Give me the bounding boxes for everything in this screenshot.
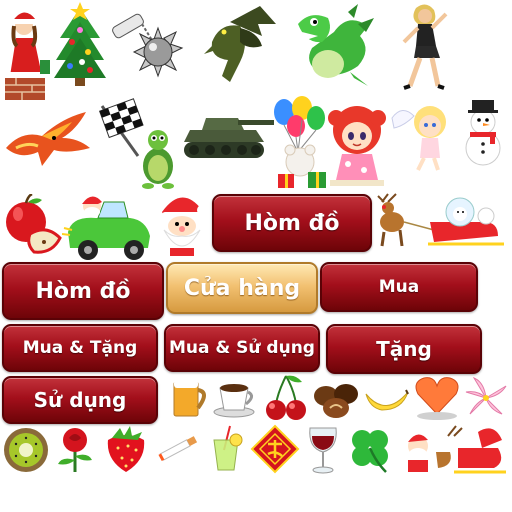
hom-do-button[interactable]: Hòm đồ xyxy=(2,262,164,320)
balloons-teddy-icon[interactable] xyxy=(270,96,328,190)
chocolates-icon[interactable] xyxy=(312,380,362,420)
dragon-green-dark-icon[interactable] xyxy=(200,2,280,90)
dancing-girl-icon[interactable] xyxy=(396,2,452,90)
su-dung-button[interactable]: Sử dụng xyxy=(2,376,158,424)
angel-girl-icon[interactable] xyxy=(388,98,458,172)
lemonade-icon[interactable] xyxy=(206,424,246,474)
santa-girl-chimney-icon[interactable] xyxy=(2,2,52,100)
dragon-green-icon[interactable] xyxy=(288,2,380,90)
red-hair-girl-icon[interactable] xyxy=(324,96,390,190)
mace-weapon-icon[interactable] xyxy=(108,2,194,88)
cua-hang-button[interactable]: Cửa hàng xyxy=(166,262,318,314)
santa-car-icon[interactable] xyxy=(62,192,154,262)
kiwi-icon[interactable] xyxy=(2,426,50,474)
christmas-tree-icon[interactable] xyxy=(52,2,108,88)
wine-glass-icon[interactable] xyxy=(304,424,342,476)
cherries-icon[interactable] xyxy=(262,374,310,422)
tet-diamond-icon[interactable] xyxy=(250,424,300,474)
reindeer-sleigh-icon[interactable] xyxy=(374,192,510,250)
mua-su-dung-button[interactable]: Mua & Sử dụng xyxy=(164,324,320,372)
phoenix-icon[interactable] xyxy=(2,108,92,172)
santa-face-icon[interactable] xyxy=(154,192,210,258)
beer-icon[interactable] xyxy=(168,376,212,420)
banana-icon[interactable] xyxy=(362,384,410,414)
apple-icon[interactable] xyxy=(2,194,62,256)
coffee-cup-icon[interactable] xyxy=(212,378,258,418)
tank-icon[interactable] xyxy=(176,108,276,166)
rose-icon[interactable] xyxy=(52,426,98,474)
mua-tang-button[interactable]: Mua & Tặng xyxy=(2,324,158,372)
turtle-icon[interactable] xyxy=(136,126,180,190)
four-leaf-clover-icon[interactable] xyxy=(346,424,394,474)
heart-cake-icon[interactable] xyxy=(412,374,462,420)
snowman-icon[interactable] xyxy=(456,98,510,168)
mua-button[interactable]: Mua xyxy=(320,262,478,312)
tang-button[interactable]: Tặng xyxy=(326,324,482,374)
lily-flower-icon[interactable] xyxy=(462,374,510,422)
santa-sleigh-icon[interactable] xyxy=(398,422,510,476)
hom-do-top-button[interactable]: Hòm đồ xyxy=(212,194,372,252)
cigarette-icon[interactable] xyxy=(156,432,200,466)
strawberry-icon[interactable] xyxy=(100,424,152,474)
